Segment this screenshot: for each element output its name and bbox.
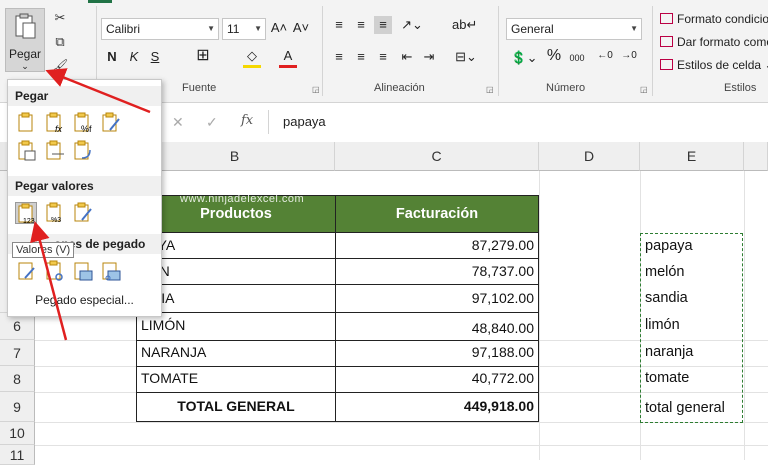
arrow-to-paste xyxy=(45,68,151,114)
annotation-arrows xyxy=(30,68,151,341)
arrow-to-values xyxy=(30,221,68,341)
